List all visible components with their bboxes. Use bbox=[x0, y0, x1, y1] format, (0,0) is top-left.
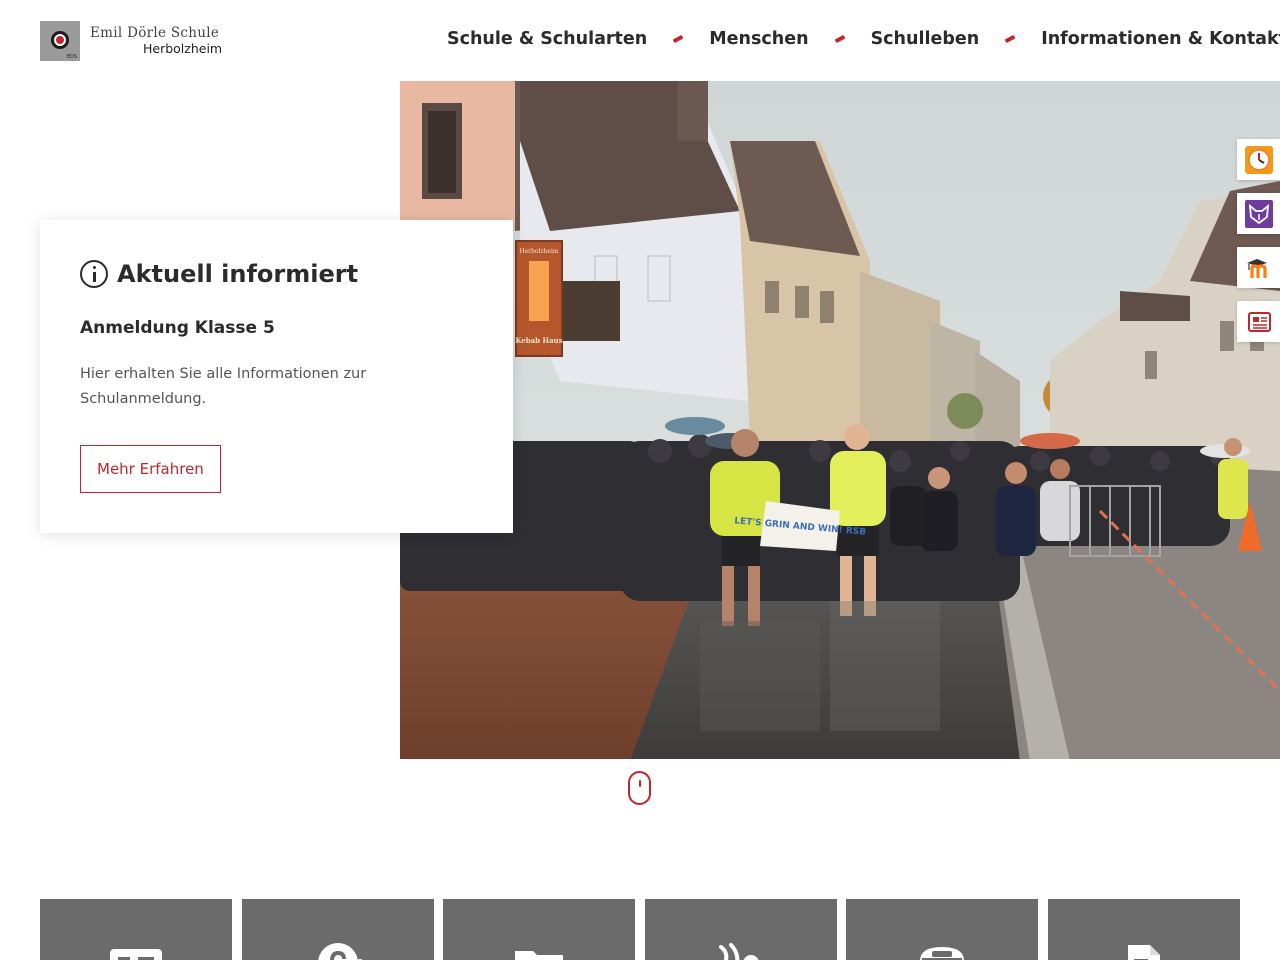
nav-schule-schularten[interactable]: Schule & Schularten bbox=[447, 26, 647, 52]
info-card-title: Aktuell informiert bbox=[117, 260, 359, 288]
tile-document[interactable] bbox=[1047, 899, 1240, 960]
logo-mark-icon: EDS bbox=[40, 21, 80, 61]
kebab-sign-top: Herbolzheim bbox=[519, 248, 559, 255]
tile-help[interactable] bbox=[241, 899, 434, 960]
mehr-erfahren-button[interactable]: Mehr Erfahren bbox=[80, 445, 221, 493]
tile-folder[interactable] bbox=[443, 899, 636, 960]
main-navigation: Schule & Schularten Menschen Schulleben … bbox=[447, 26, 1280, 52]
info-card-text: Hier erhalten Sie alle Informationen zur… bbox=[80, 366, 367, 407]
folder-icon bbox=[515, 951, 564, 960]
moodle-icon bbox=[1246, 258, 1267, 278]
nav-separator bbox=[672, 34, 684, 44]
tile-phone[interactable] bbox=[846, 899, 1039, 960]
nav-menschen[interactable]: Menschen bbox=[709, 26, 808, 52]
document-icon bbox=[1127, 945, 1160, 960]
nav-separator bbox=[1004, 34, 1016, 44]
side-link-clock[interactable] bbox=[1237, 139, 1280, 180]
tile-running[interactable] bbox=[644, 899, 837, 960]
nav-informationen-kontakt[interactable]: Informationen & Kontakt bbox=[1041, 26, 1280, 52]
info-card: Aktuell informiert Anmeldung Klasse 5 Hi… bbox=[40, 220, 513, 533]
nav-separator bbox=[834, 34, 845, 44]
phone-icon bbox=[920, 947, 965, 960]
kebab-sign-bottom: Kebab Haus bbox=[515, 336, 562, 345]
info-icon bbox=[80, 260, 108, 288]
logo-city: Herbolzheim bbox=[143, 40, 223, 56]
quick-access-tiles bbox=[40, 899, 1240, 960]
logo-mark-caption: EDS bbox=[66, 54, 77, 60]
tile-id-card[interactable] bbox=[40, 899, 232, 960]
help-icon bbox=[317, 943, 363, 960]
side-quicklinks bbox=[1237, 139, 1280, 355]
info-card-subtitle: Anmeldung Klasse 5 bbox=[80, 318, 275, 338]
id-card-icon bbox=[110, 949, 162, 960]
newspaper-icon bbox=[1247, 311, 1271, 332]
school-logo[interactable]: EDS Emil Dörle Schule Herbolzheim bbox=[40, 20, 240, 62]
hero-image: Herbolzheim Kebab Haus LET'S GRIN AND WI… bbox=[400, 81, 1280, 759]
running-icon bbox=[718, 943, 759, 960]
scroll-down-mouse-icon[interactable] bbox=[628, 771, 651, 805]
clock-icon bbox=[1244, 145, 1273, 174]
logo-school-name: Emil Dörle Schule bbox=[90, 25, 220, 41]
nav-schulleben[interactable]: Schulleben bbox=[871, 26, 980, 52]
fox-icon bbox=[1244, 199, 1273, 228]
side-link-fox[interactable] bbox=[1237, 193, 1280, 234]
side-link-newspaper[interactable] bbox=[1237, 301, 1280, 342]
side-link-moodle[interactable] bbox=[1237, 247, 1280, 288]
